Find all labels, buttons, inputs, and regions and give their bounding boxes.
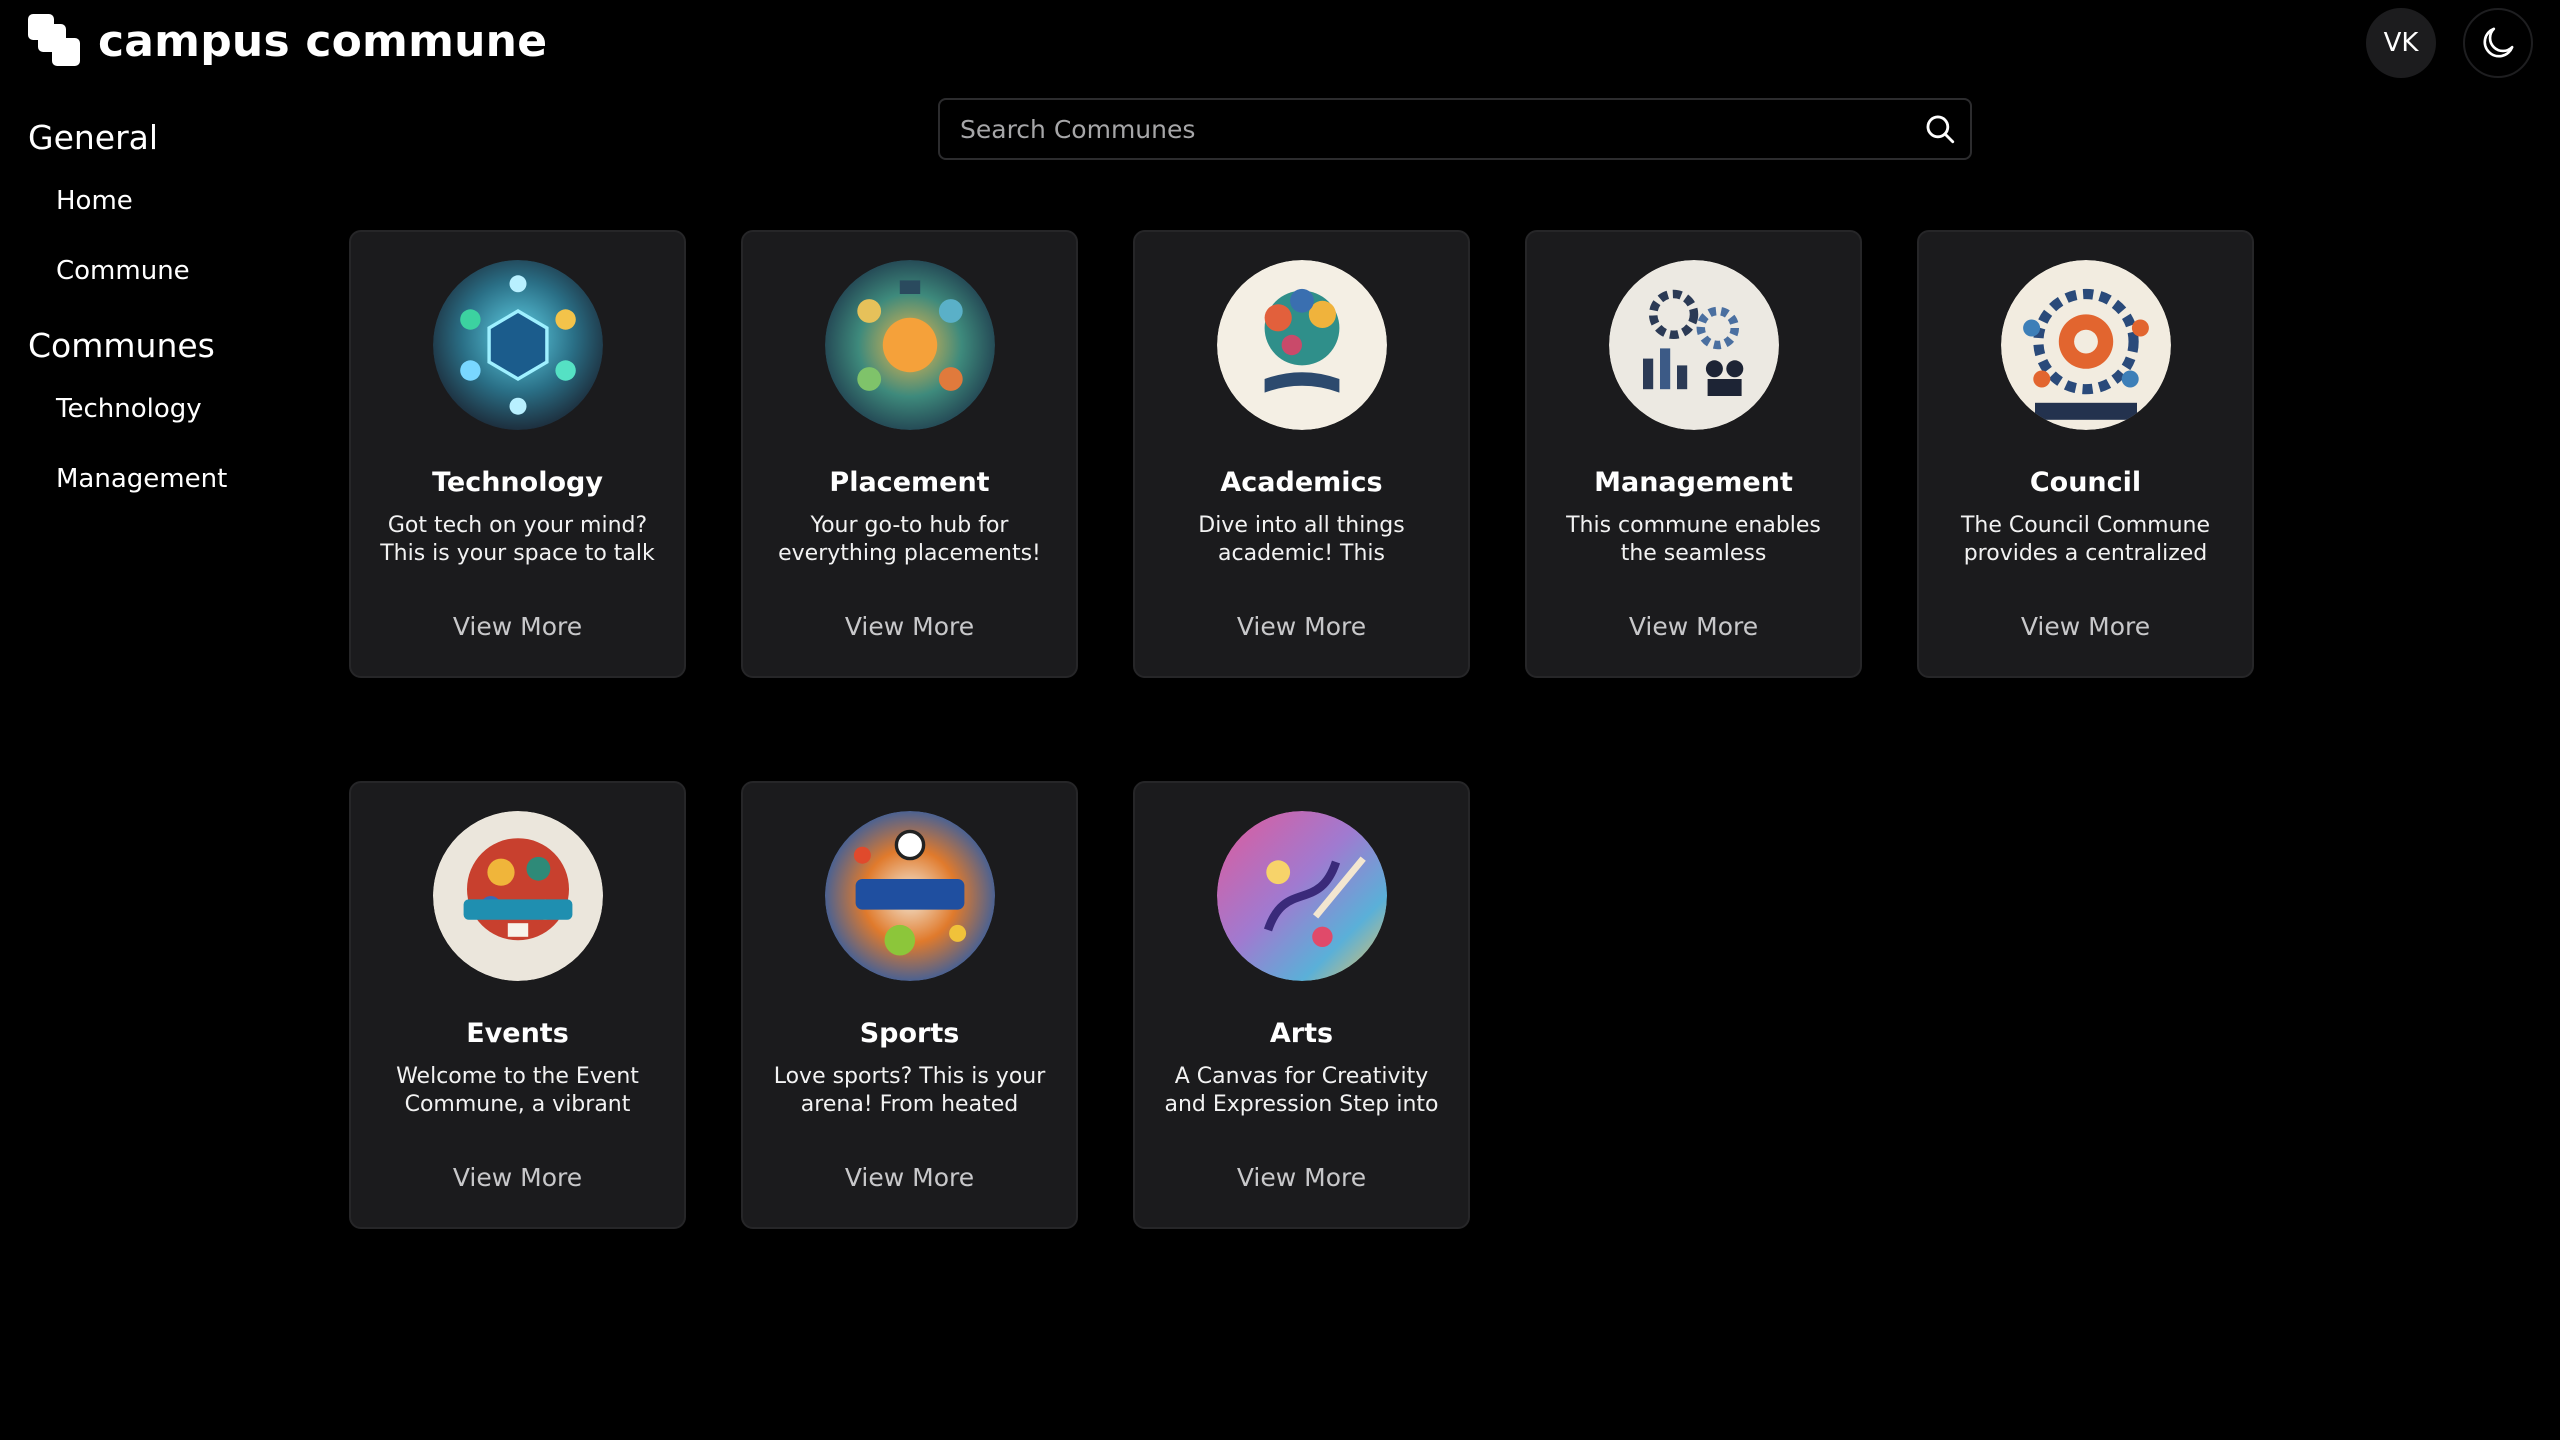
- commune-title: Academics: [1220, 467, 1383, 498]
- view-more-button[interactable]: View More: [437, 606, 598, 647]
- commune-card-sports[interactable]: Sports Love sports? This is your arena! …: [741, 781, 1078, 1229]
- commune-card-council[interactable]: Council The Council Commune provides a c…: [1917, 230, 2254, 678]
- commune-title: Placement: [829, 467, 990, 498]
- council-commune-image: [2000, 260, 2171, 430]
- sidebar-heading-communes: Communes: [28, 326, 215, 365]
- search-icon: [1926, 115, 1955, 144]
- academics-commune-image: [1216, 260, 1387, 430]
- technology-commune-image: [432, 260, 603, 430]
- view-more-button[interactable]: View More: [829, 606, 990, 647]
- commune-title: Technology: [432, 467, 603, 498]
- commune-description: A Canvas for Creativity and Expression S…: [1164, 1064, 1439, 1117]
- search-button[interactable]: [1910, 100, 1970, 158]
- view-more-button[interactable]: View More: [1221, 1157, 1382, 1198]
- sidebar-item-home[interactable]: Home: [28, 166, 308, 236]
- commune-title: Sports: [859, 1018, 960, 1049]
- sports-commune-image: [824, 811, 995, 981]
- sidebar-item-commune[interactable]: Commune: [28, 236, 308, 306]
- logo-icon: [28, 14, 80, 66]
- sidebar-section-general: General Home Commune: [28, 110, 308, 306]
- commune-title: Management: [1594, 467, 1793, 498]
- app-logo[interactable]: campus commune: [28, 14, 547, 70]
- management-commune-image: [1608, 260, 1779, 430]
- arts-commune-image: [1216, 811, 1387, 981]
- view-more-button[interactable]: View More: [829, 1157, 990, 1198]
- commune-description: Love sports? This is your arena! From he…: [773, 1064, 1046, 1117]
- commune-card-events[interactable]: Events Welcome to the Event Commune, a v…: [349, 781, 686, 1229]
- commune-description: Your go-to hub for everything placements…: [778, 513, 1041, 566]
- commune-description: This commune enables the seamless: [1566, 513, 1821, 566]
- moon-icon: [2483, 27, 2514, 58]
- view-more-button[interactable]: View More: [1613, 606, 1774, 647]
- view-more-button[interactable]: View More: [437, 1157, 598, 1198]
- commune-description: Got tech on your mind? This is your spac…: [380, 513, 655, 566]
- view-more-button[interactable]: View More: [1221, 606, 1382, 647]
- sidebar: General Home Commune Communes Technology…: [28, 110, 308, 514]
- search-bar: [938, 98, 1972, 160]
- theme-toggle-button[interactable]: [2463, 8, 2533, 78]
- commune-title: Council: [2029, 467, 2142, 498]
- user-avatar[interactable]: VK: [2366, 8, 2436, 78]
- view-more-button[interactable]: View More: [2005, 606, 2166, 647]
- commune-card-arts[interactable]: Arts A Canvas for Creativity and Express…: [1133, 781, 1470, 1229]
- commune-grid: Technology Got tech on your mind? This i…: [349, 230, 2254, 1229]
- sidebar-section-communes: Communes Technology Management: [28, 318, 308, 514]
- events-commune-image: [432, 811, 603, 981]
- sidebar-item-technology[interactable]: Technology: [28, 374, 308, 444]
- app-name: campus commune: [98, 16, 548, 67]
- commune-title: Events: [466, 1018, 569, 1049]
- commune-title: Arts: [1269, 1018, 1334, 1049]
- commune-description: Dive into all things academic! This comm…: [1198, 513, 1405, 566]
- search-input[interactable]: [940, 100, 1910, 158]
- sidebar-heading-general: General: [28, 118, 159, 157]
- placement-commune-image: [824, 260, 995, 430]
- sidebar-item-management[interactable]: Management: [28, 444, 308, 514]
- commune-card-placement[interactable]: Placement Your go-to hub for everything …: [741, 230, 1078, 678]
- commune-card-management[interactable]: Management This commune enables the seam…: [1525, 230, 1862, 678]
- commune-description: Welcome to the Event Commune, a vibrant: [396, 1064, 639, 1117]
- commune-card-academics[interactable]: Academics Dive into all things academic!…: [1133, 230, 1470, 678]
- commune-description: The Council Commune provides a centraliz…: [1960, 513, 2211, 566]
- commune-card-technology[interactable]: Technology Got tech on your mind? This i…: [349, 230, 686, 678]
